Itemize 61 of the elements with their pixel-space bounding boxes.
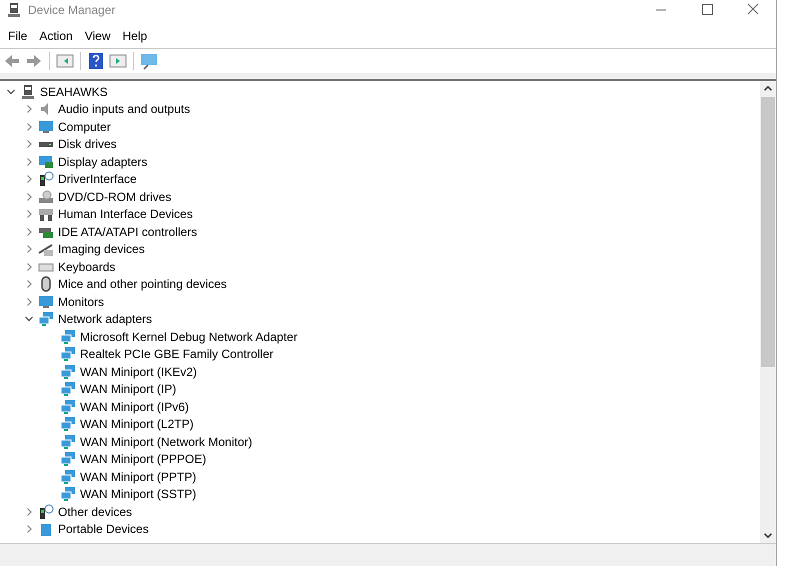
network-icon	[60, 451, 76, 468]
network-icon	[60, 486, 76, 502]
tree-item[interactable]: WAN Miniport (L2TP)	[80, 417, 194, 432]
menu-item[interactable]: Action	[33, 29, 79, 43]
back-icon[interactable]	[3, 52, 21, 70]
tree-item[interactable]: Human Interface Devices	[58, 207, 193, 222]
network-icon	[60, 381, 76, 398]
computer-icon	[20, 84, 36, 100]
tree-item[interactable]: WAN Miniport (IPv6)	[80, 400, 189, 414]
tree-item[interactable]: SEAHAWKS	[40, 84, 108, 99]
network-icon	[60, 328, 76, 345]
network-icon	[60, 416, 76, 432]
menu-item[interactable]: File	[2, 29, 34, 43]
tree-item[interactable]: WAN Miniport (SSTP)	[80, 487, 196, 502]
scrollbar[interactable]	[760, 81, 776, 543]
menu-item[interactable]: View	[78, 29, 116, 43]
tree-item[interactable]: Network adapters	[58, 312, 152, 326]
tree-item[interactable]: Microsoft Kernel Debug Network Adapter	[80, 330, 298, 344]
tree-item[interactable]: Portable Devices	[58, 522, 149, 536]
tree-item[interactable]: Realtek PCIe GBE Family Controller	[80, 347, 274, 362]
network-icon	[60, 468, 76, 485]
display-adapter-icon	[38, 154, 54, 170]
network-icon	[38, 311, 54, 328]
forward-icon[interactable]	[25, 52, 43, 70]
network-icon	[60, 364, 76, 380]
monitor-icon	[38, 118, 54, 135]
monitor-icon	[38, 294, 54, 310]
tree-item[interactable]: Mice and other pointing devices	[58, 277, 227, 292]
tree-item[interactable]: Audio inputs and outputs	[58, 102, 190, 116]
tree-item[interactable]: WAN Miniport (IKEv2)	[80, 364, 197, 379]
network-icon	[60, 398, 76, 415]
tree-item[interactable]: Keyboards	[58, 260, 116, 274]
tree-item[interactable]: IDE ATA/ATAPI controllers	[58, 224, 198, 239]
drive-icon	[39, 142, 53, 147]
device-question-icon	[38, 171, 54, 188]
scan-monitor-icon[interactable]	[140, 52, 158, 70]
tree-item[interactable]: Other devices	[58, 504, 132, 519]
tree-item[interactable]: WAN Miniport (Network Monitor)	[80, 434, 252, 449]
tree-item[interactable]: Display adapters	[58, 154, 148, 169]
tree-item[interactable]: DVD/CD-ROM drives	[58, 190, 172, 204]
tree-item[interactable]: Monitors	[58, 294, 104, 309]
device-question-icon	[38, 504, 54, 520]
scroll-up-icon[interactable]	[764, 86, 772, 91]
scroll-down-icon[interactable]	[764, 533, 772, 538]
action-pane-icon[interactable]	[109, 52, 127, 70]
tree-item[interactable]: Imaging devices	[58, 242, 145, 256]
network-icon	[60, 346, 76, 362]
optical-drive-icon	[38, 188, 54, 205]
console-tree-icon[interactable]	[56, 52, 74, 70]
window-title: Device Manager	[28, 3, 116, 17]
tree-item[interactable]: WAN Miniport (PPPOE)	[80, 452, 206, 466]
tree-item[interactable]: DriverInterface	[58, 172, 137, 186]
menu-item[interactable]: Help	[116, 29, 154, 43]
tree-item[interactable]: WAN Miniport (IP)	[80, 382, 176, 396]
tree-item[interactable]: Computer	[58, 120, 111, 134]
tree-item[interactable]: WAN Miniport (PPTP)	[80, 470, 196, 484]
hid-icon	[38, 206, 54, 222]
portable-device-icon	[38, 521, 54, 538]
help-icon[interactable]	[87, 52, 105, 70]
network-icon	[60, 434, 76, 450]
tree-item[interactable]: Disk drives	[58, 137, 117, 152]
